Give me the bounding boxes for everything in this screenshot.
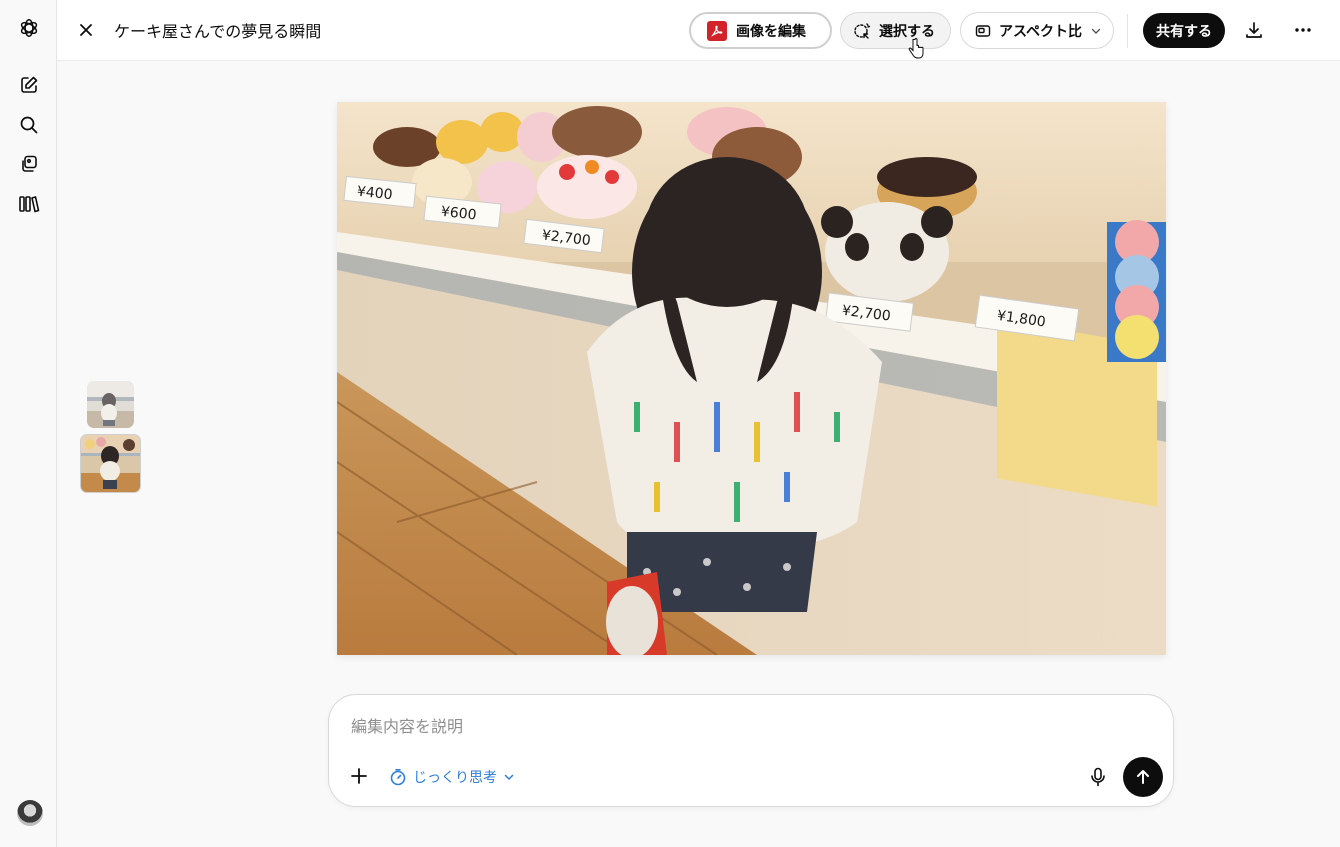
think-mode-button[interactable]: じっくり思考	[389, 765, 515, 789]
openai-logo-icon[interactable]	[18, 17, 40, 39]
composer: じっくり思考	[328, 694, 1174, 807]
image-thumbnail-selected[interactable]	[80, 434, 141, 493]
page-title: ケーキ屋さんでの夢見る瞬間	[114, 22, 322, 41]
mic-icon[interactable]	[1087, 766, 1109, 788]
toolbar-divider	[1127, 14, 1128, 48]
aspect-ratio-icon	[975, 23, 991, 39]
think-icon	[389, 768, 407, 786]
more-icon[interactable]	[1292, 19, 1314, 41]
mouse-cursor-icon	[908, 38, 924, 59]
search-icon[interactable]	[18, 114, 40, 136]
select-button[interactable]: 選択する	[840, 12, 951, 49]
library-icon[interactable]	[18, 153, 40, 175]
image-thumbnail[interactable]	[87, 381, 134, 428]
edit-prompt-input[interactable]	[351, 711, 1131, 741]
close-icon[interactable]	[75, 19, 97, 41]
chevron-down-icon	[503, 771, 515, 783]
generated-image[interactable]: ¥400 ¥600 ¥2,700 ¥2,700 ¥1,800	[337, 102, 1166, 655]
send-arrow-icon	[1134, 768, 1152, 786]
plus-icon[interactable]	[348, 765, 370, 787]
edit-image-button[interactable]: 画像を編集	[689, 12, 832, 49]
send-button[interactable]	[1123, 757, 1163, 797]
pdf-icon	[707, 20, 727, 41]
aspect-ratio-dropdown[interactable]: アスペクト比	[960, 12, 1114, 49]
chevron-down-icon	[1090, 25, 1102, 37]
left-sidebar	[0, 0, 57, 847]
new-chat-icon[interactable]	[18, 74, 40, 96]
edit-image-label: 画像を編集	[736, 23, 806, 40]
user-avatar[interactable]	[17, 800, 43, 826]
select-label: 選択する	[879, 23, 935, 40]
think-mode-label: じっくり思考	[413, 770, 497, 786]
aspect-ratio-label: アスペクト比	[999, 23, 1083, 40]
select-icon	[853, 22, 871, 40]
download-icon[interactable]	[1243, 19, 1265, 41]
top-bar: ケーキ屋さんでの夢見る瞬間 画像を編集 選択する アスペクト比 共有する	[57, 0, 1340, 61]
share-button[interactable]: 共有する	[1143, 13, 1225, 48]
library-books-icon[interactable]	[18, 193, 40, 215]
